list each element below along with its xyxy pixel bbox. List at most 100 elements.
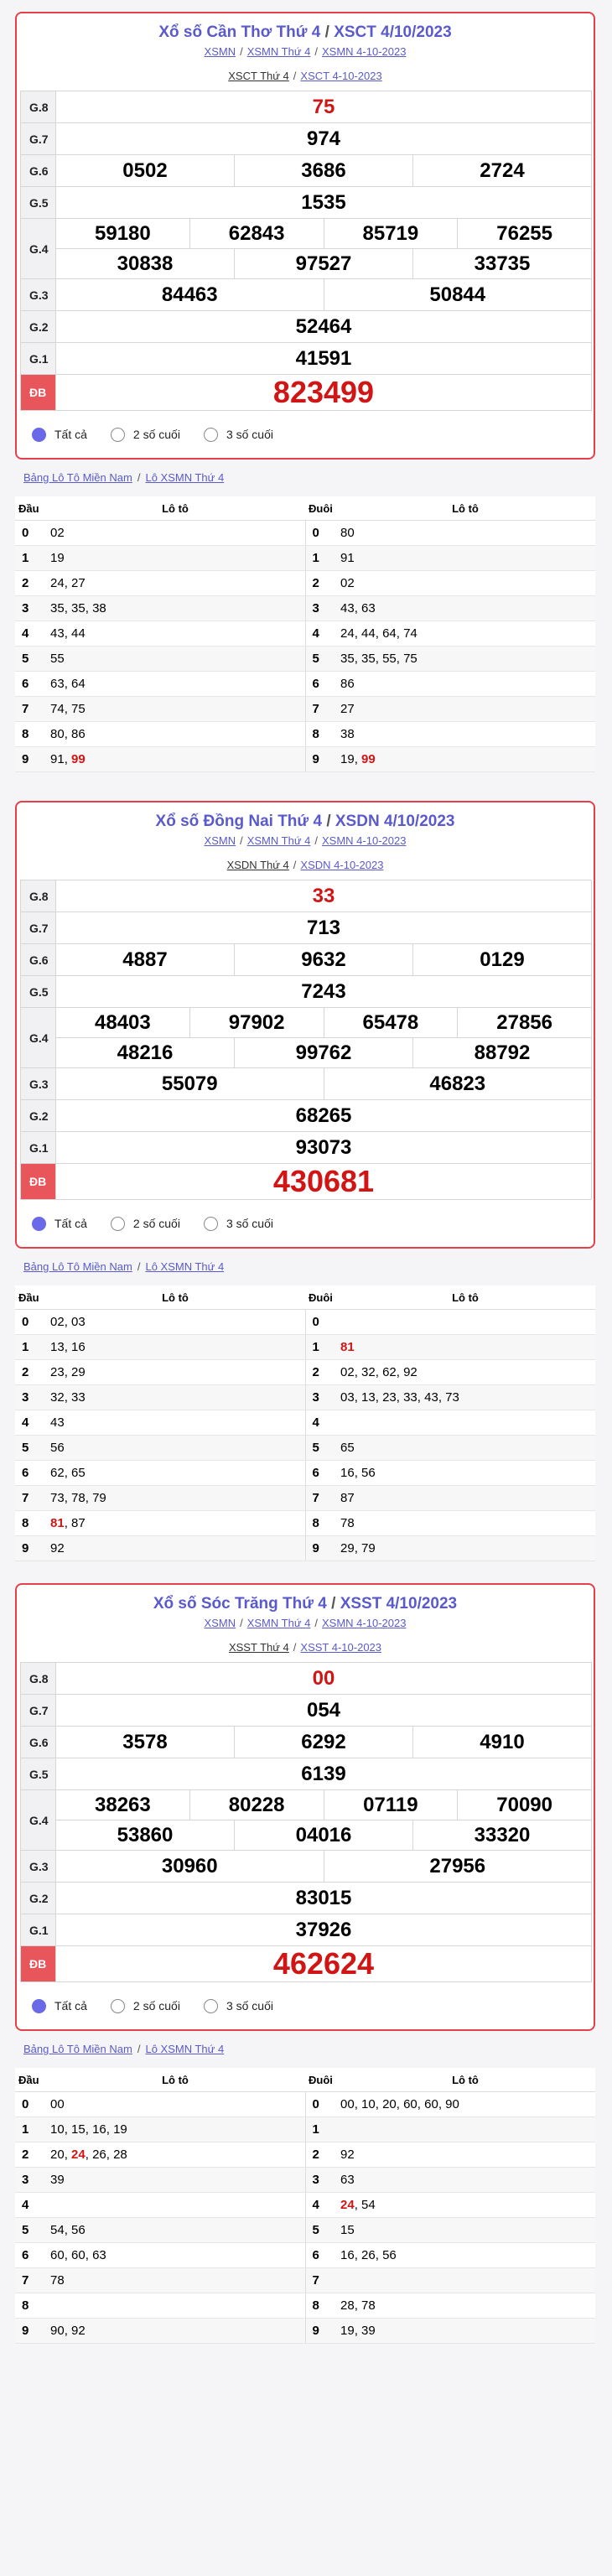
breadcrumb-link-weekday[interactable]: XSMN Thứ 4 — [247, 834, 311, 847]
head-numbers: 78 — [45, 2267, 306, 2293]
prize-g5-value: 7243 — [55, 975, 592, 1008]
radio-icon[interactable] — [203, 1998, 218, 2013]
breadcrumb-link-date[interactable]: XSMN 4-10-2023 — [322, 834, 406, 847]
prize-g8-value: 75 — [55, 91, 592, 123]
province-links: XSST Thứ 4/XSST 4-10-2023 — [228, 1641, 382, 1654]
breadcrumb-link-xsmn[interactable]: XSMN — [205, 834, 236, 847]
option-label: Tất cả — [54, 1999, 87, 2012]
loto-row: 6 60, 60, 63 6 16, 26, 56 — [15, 2242, 595, 2268]
head-digit: 4 — [15, 1410, 45, 1436]
head-digit: 6 — [15, 1460, 45, 1486]
prize-g4-value: 27856 — [457, 1007, 592, 1038]
loto-table-link[interactable]: Bảng Lô Tô Miền Nam — [23, 2043, 132, 2055]
head-digit: 9 — [15, 1535, 45, 1561]
radio-icon[interactable] — [203, 427, 218, 442]
option-2-digits[interactable]: 2 số cuối — [110, 1998, 180, 2013]
breadcrumb-link-weekday[interactable]: XSMN Thứ 4 — [247, 45, 311, 58]
breadcrumb-link-date[interactable]: XSMN 4-10-2023 — [322, 45, 406, 58]
loto-number: 86 — [340, 677, 355, 691]
prize-label: G.4 — [20, 1007, 56, 1068]
tail-digit: 9 — [305, 2318, 335, 2344]
breadcrumb-link-date[interactable]: XSMN 4-10-2023 — [322, 1617, 406, 1629]
option-3-digits[interactable]: 3 số cuối — [203, 1216, 273, 1231]
loto-number: 74 — [50, 702, 65, 716]
result-table: G.8 75 G.7 974 G.6 0502 3686 2724 G.5 1535 G.4… — [20, 91, 592, 411]
head-digit: 0 — [15, 2091, 45, 2117]
prize-g4-value: 38263 — [55, 1789, 190, 1820]
loto-number: 63 — [361, 601, 376, 615]
loto-row: 8 8 28, 78 — [15, 2293, 595, 2319]
prize-label: G.6 — [20, 154, 56, 187]
province-title-link[interactable]: Xổ số Đồng Nai — [156, 813, 273, 830]
prize-row-g6: G.6 3578 6292 4910 — [20, 1726, 592, 1758]
tail-digit: 6 — [305, 2242, 335, 2268]
code-date-link[interactable]: XSDN 4/10/2023 — [335, 813, 455, 830]
loto-row: 1 10, 15, 16, 19 1 — [15, 2116, 595, 2142]
province-title-link[interactable]: Xổ số Cần Thơ — [158, 23, 272, 41]
option-label: Tất cả — [54, 1217, 87, 1230]
province-date-link[interactable]: XSDN 4-10-2023 — [300, 859, 383, 871]
code-date-link[interactable]: XSST 4/10/2023 — [340, 1595, 457, 1613]
prize-row-g5: G.5 7243 — [20, 975, 592, 1008]
province-weekday-link[interactable]: XSDN Thứ 4 — [227, 859, 289, 871]
prize-g6-value: 0502 — [55, 154, 235, 187]
option-2-digits[interactable]: 2 số cuối — [110, 1216, 180, 1231]
loto-table-link[interactable]: Bảng Lô Tô Miền Nam — [23, 471, 132, 484]
code-date-link[interactable]: XSCT 4/10/2023 — [334, 23, 451, 41]
head-numbers: 91, 99 — [45, 746, 306, 772]
loto-weekday-link[interactable]: Lô XSMN Thứ 4 — [145, 2043, 224, 2055]
head-digit: 8 — [15, 2293, 45, 2319]
breadcrumb-link-xsmn[interactable]: XSMN — [205, 1617, 236, 1629]
prize-row-special: ĐB 823499 — [20, 374, 592, 411]
tail-digit: 9 — [305, 1535, 335, 1561]
loto-number: 16 — [92, 2122, 106, 2137]
radio-icon[interactable] — [110, 427, 125, 442]
loto-number: 33 — [71, 1390, 86, 1405]
loto-weekday-link[interactable]: Lô XSMN Thứ 4 — [145, 471, 224, 484]
option-2-digits[interactable]: 2 số cuối — [110, 427, 180, 442]
loto-row: 4 43, 44 4 24, 44, 64, 74 — [15, 621, 595, 647]
option-3-digits[interactable]: 3 số cuối — [203, 427, 273, 442]
loto-row: 0 02 0 80 — [15, 520, 595, 546]
option-all[interactable]: Tất cả — [32, 1998, 87, 2013]
tail-numbers: 02, 32, 62, 92 — [335, 1359, 595, 1385]
province-weekday-link[interactable]: XSST Thứ 4 — [229, 1641, 289, 1654]
tail-numbers: 24, 54 — [335, 2192, 595, 2218]
loto-number: 87 — [340, 1491, 355, 1505]
tail-digit: 1 — [305, 2116, 335, 2142]
province-date-link[interactable]: XSCT 4-10-2023 — [300, 70, 381, 82]
tail-numbers: 19, 39 — [335, 2318, 595, 2344]
radio-selected-icon[interactable] — [32, 1216, 46, 1231]
radio-icon[interactable] — [110, 1216, 125, 1231]
province-weekday-link[interactable]: XSCT Thứ 4 — [228, 70, 289, 82]
weekday-label: Thứ 4 — [276, 23, 321, 41]
radio-selected-icon[interactable] — [32, 427, 46, 442]
loto-number: 99 — [71, 752, 86, 766]
option-label: 3 số cuối — [226, 428, 273, 441]
breadcrumb-link-xsmn[interactable]: XSMN — [205, 45, 236, 58]
loto-weekday-link[interactable]: Lô XSMN Thứ 4 — [145, 1260, 224, 1273]
province-date-link[interactable]: XSST 4-10-2023 — [300, 1641, 381, 1654]
option-all[interactable]: Tất cả — [32, 427, 87, 442]
prize-g4-value: 48403 — [55, 1007, 190, 1038]
breadcrumb-link-weekday[interactable]: XSMN Thứ 4 — [247, 1617, 311, 1629]
prize-g2-value: 52464 — [55, 310, 592, 343]
option-all[interactable]: Tất cả — [32, 1216, 87, 1231]
radio-selected-icon[interactable] — [32, 1998, 46, 2013]
tail-digit: 4 — [305, 621, 335, 647]
loto-number: 23 — [50, 1365, 65, 1379]
loto-table-link[interactable]: Bảng Lô Tô Miền Nam — [23, 1260, 132, 1273]
prize-g2-value: 68265 — [55, 1099, 592, 1132]
head-digit: 5 — [15, 646, 45, 672]
option-3-digits[interactable]: 3 số cuối — [203, 1998, 273, 2013]
radio-icon[interactable] — [203, 1216, 218, 1231]
prize-label: G.3 — [20, 278, 56, 311]
loto-number: 02 — [50, 1315, 65, 1329]
loto-number: 35 — [50, 601, 65, 615]
tail-digit: 7 — [305, 1485, 335, 1511]
tail-digit: 2 — [305, 1359, 335, 1385]
radio-icon[interactable] — [110, 1998, 125, 2013]
prize-row-g4b: 48216 99762 88792 — [21, 1037, 592, 1068]
province-title-link[interactable]: Xổ số Sóc Trăng — [153, 1595, 278, 1613]
loto-number: 87 — [71, 1516, 86, 1530]
